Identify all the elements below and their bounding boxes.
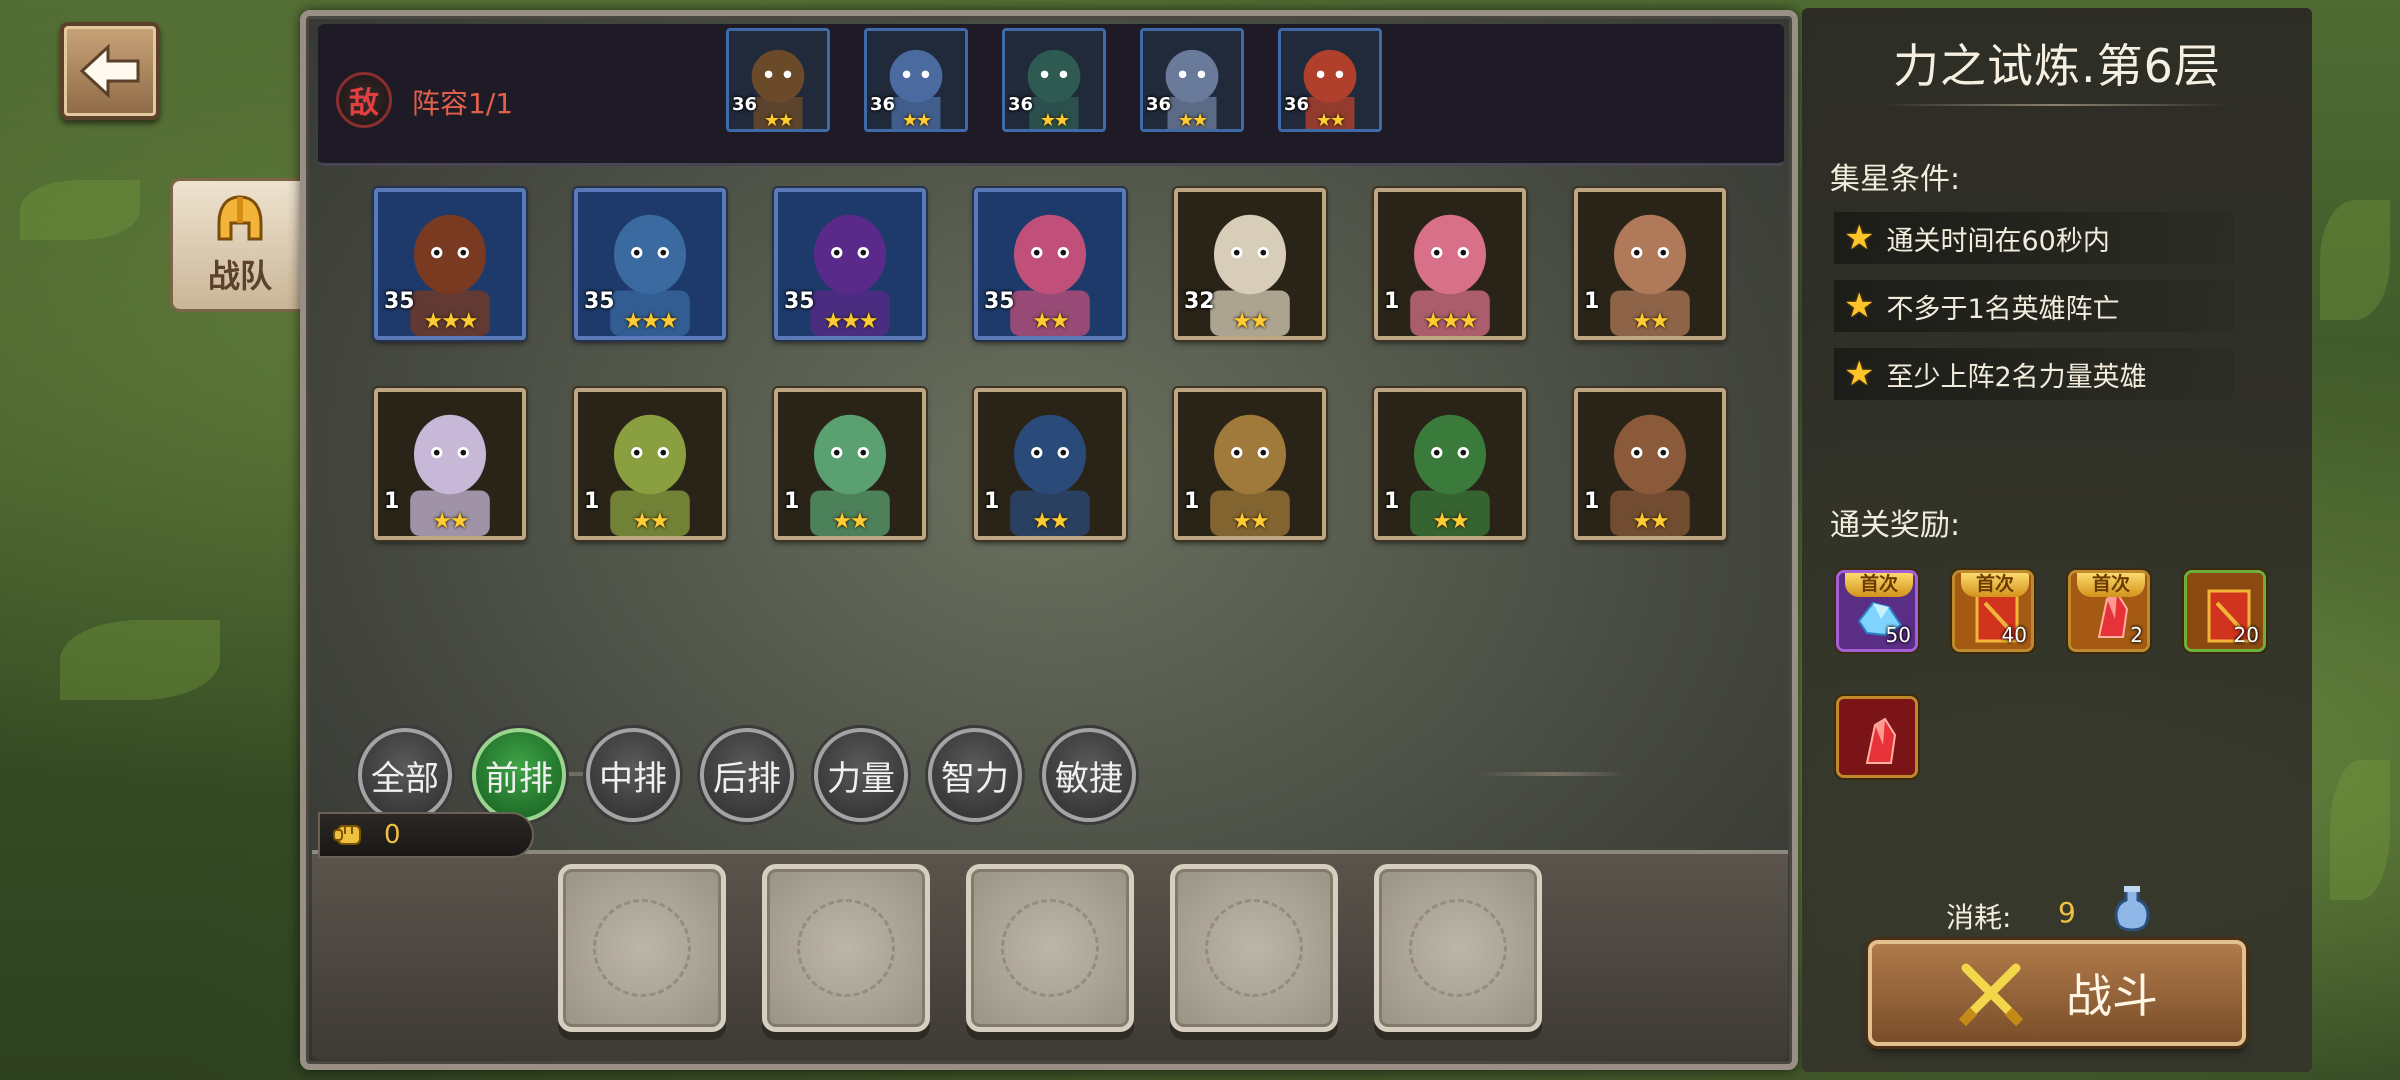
fist-icon — [333, 825, 361, 845]
hero-card[interactable]: 35 ★★★ — [374, 188, 526, 340]
hero-stars: ★★★ — [1423, 309, 1478, 334]
hero-stars: ★★ — [432, 509, 469, 534]
condition-text: 通关时间在60秒内 — [1886, 225, 2110, 257]
reward-item[interactable]: 首次 50 — [1836, 570, 1918, 652]
formation-slot[interactable] — [558, 864, 726, 1032]
reward-item[interactable]: 首次 40 — [1952, 570, 2034, 652]
stage-title: 力之试炼.第6层 — [1893, 39, 2221, 93]
hero-stars: ★★ — [832, 509, 869, 534]
formation-slot[interactable] — [762, 864, 930, 1032]
hero-stars: ★★ — [1632, 509, 1669, 534]
filter-bar: 全部 前排 中排 后排 力量 智力 敏捷 — [358, 728, 1136, 824]
title-divider — [1880, 104, 2230, 106]
hero-card[interactable]: 35 ★★★ — [774, 188, 926, 340]
reward-count: 40 — [2001, 623, 2027, 647]
hero-card[interactable]: 1 ★★ — [1174, 388, 1326, 540]
enemy-hero-card: 36 ★★ — [1140, 28, 1244, 132]
background-leaf — [20, 180, 140, 240]
background-leaf — [2330, 760, 2390, 900]
filter-decoration — [1478, 772, 1628, 776]
enemy-hero-card: 36 ★★ — [1278, 28, 1382, 132]
formation-slot[interactable] — [966, 864, 1134, 1032]
reward-count: 20 — [2233, 623, 2259, 647]
hero-stars: ★★ — [763, 110, 794, 131]
lineup-label: 阵容1/1 — [412, 87, 514, 120]
hero-card[interactable]: 1 ★★ — [1374, 388, 1526, 540]
star-icon: ★ — [1844, 286, 1875, 326]
team-tab-label: 战队 — [207, 257, 272, 295]
hero-card[interactable]: 1 ★★ — [374, 388, 526, 540]
first-clear-tag: 首次 — [1845, 573, 1913, 597]
star-icon: ★ — [1844, 354, 1875, 394]
enemy-badge: 敌 — [336, 72, 392, 128]
power-bar: 0 — [318, 812, 534, 858]
hero-stars: ★★ — [1232, 309, 1269, 334]
star-conditions-label: 集星条件: — [1830, 162, 1961, 197]
condition-text: 不多于1名英雄阵亡 — [1886, 293, 2120, 325]
hero-stars: ★★ — [1039, 110, 1070, 131]
hero-stars: ★★ — [1315, 110, 1346, 131]
hero-stars: ★★ — [1032, 509, 1069, 534]
hero-card[interactable]: 1 ★★ — [1574, 388, 1726, 540]
hero-card[interactable]: 35 ★★★ — [574, 188, 726, 340]
filter-intelligence-button[interactable]: 智力 — [928, 728, 1022, 822]
power-value: 0 — [384, 820, 401, 850]
crossed-swords-icon — [1958, 963, 2024, 1027]
reward-item[interactable] — [1836, 696, 1918, 778]
filter-strength-button[interactable]: 力量 — [814, 728, 908, 822]
filter-middle-button[interactable]: 中排 — [586, 728, 680, 822]
condition-text: 至少上阵2名力量英雄 — [1886, 361, 2147, 393]
fight-label: 战斗 — [2066, 969, 2158, 1023]
enemy-hero-card: 36 ★★ — [726, 28, 830, 132]
enemy-hero-card: 36 ★★ — [864, 28, 968, 132]
arrow-left-icon — [79, 43, 140, 99]
hero-card[interactable]: 1 ★★ — [1574, 188, 1726, 340]
rewards-label: 通关奖励: — [1830, 508, 1961, 543]
filter-back-button[interactable]: 后排 — [700, 728, 794, 822]
hero-stars: ★★ — [1232, 509, 1269, 534]
hero-stars: ★★★ — [823, 309, 878, 334]
star-condition: ★ 至少上阵2名力量英雄 — [1834, 348, 2234, 400]
hero-card[interactable]: 35 ★★ — [974, 188, 1126, 340]
background-leaf — [2320, 200, 2390, 320]
hero-stars: ★★ — [1177, 110, 1208, 131]
star-condition: ★ 通关时间在60秒内 — [1834, 212, 2234, 264]
hero-card[interactable]: 1 ★★ — [574, 388, 726, 540]
filter-front-button[interactable]: 前排 — [472, 728, 566, 822]
hero-card[interactable]: 1 ★★ — [774, 388, 926, 540]
reward-item[interactable]: 20 — [2184, 570, 2266, 652]
formation-slot[interactable] — [1374, 864, 1542, 1032]
hero-stars: ★★ — [1632, 309, 1669, 334]
hero-stars: ★★★ — [623, 309, 678, 334]
red-crystal-icon — [1839, 699, 1915, 775]
filter-all-button[interactable]: 全部 — [358, 728, 452, 822]
star-icon: ★ — [1844, 218, 1875, 258]
helmet-icon — [217, 195, 263, 241]
hero-card[interactable]: 1 ★★ — [974, 388, 1126, 540]
stamina-potion-icon — [2114, 886, 2150, 932]
hero-card[interactable]: 32 ★★ — [1174, 188, 1326, 340]
enemy-hero-card: 36 ★★ — [1002, 28, 1106, 132]
team-tab[interactable]: 战队 — [170, 178, 310, 312]
star-condition: ★ 不多于1名英雄阵亡 — [1834, 280, 2234, 332]
formation-slot[interactable] — [1170, 864, 1338, 1032]
hero-stars: ★★ — [632, 509, 669, 534]
hero-stars: ★★ — [901, 110, 932, 131]
hero-stars: ★★ — [1032, 309, 1069, 334]
reward-item[interactable]: 首次 2 — [2068, 570, 2150, 652]
hero-stars: ★★ — [1432, 509, 1469, 534]
cost-value: 9 — [2058, 896, 2076, 929]
first-clear-tag: 首次 — [1961, 573, 2029, 597]
hero-stars: ★★★ — [423, 309, 478, 334]
back-button[interactable] — [60, 22, 160, 120]
first-clear-tag: 首次 — [2077, 573, 2145, 597]
cost-label: 消耗: — [1946, 901, 2012, 934]
filter-agility-button[interactable]: 敏捷 — [1042, 728, 1136, 822]
background-leaf — [60, 620, 220, 700]
reward-count: 50 — [1885, 623, 1911, 647]
reward-count: 2 — [2130, 623, 2143, 647]
hero-card[interactable]: 1 ★★★ — [1374, 188, 1526, 340]
fight-button[interactable]: 战斗 — [1868, 940, 2246, 1046]
